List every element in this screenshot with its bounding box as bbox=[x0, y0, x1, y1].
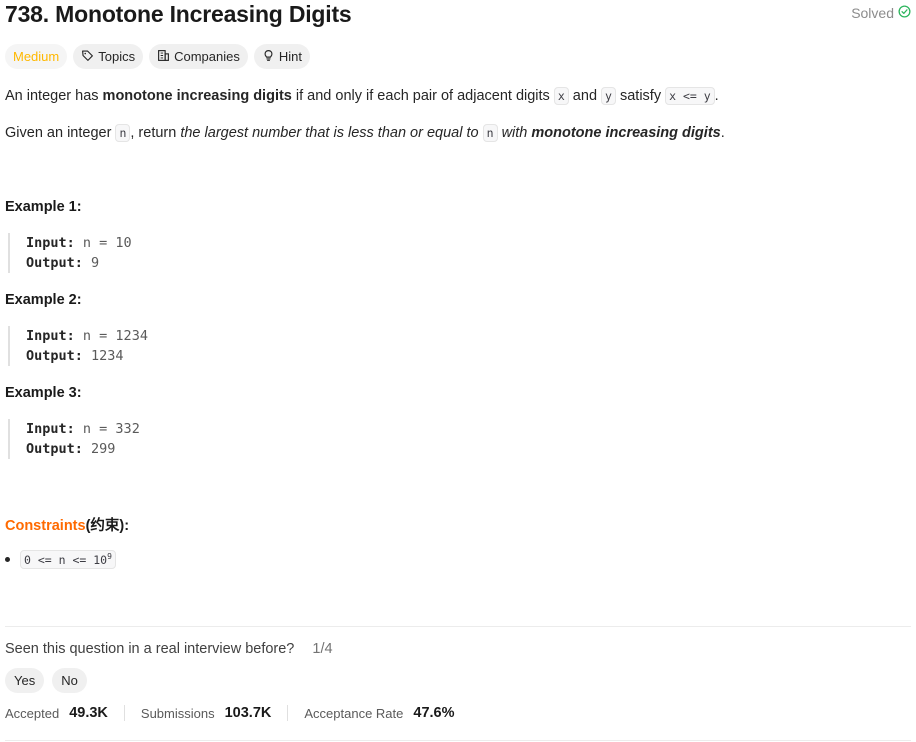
example-2-block: Input: n = 1234 Output: 1234 bbox=[8, 326, 148, 366]
divider bbox=[5, 740, 911, 741]
bullet-dot bbox=[5, 556, 10, 562]
accepted-stat: Accepted 49.3K bbox=[5, 705, 108, 721]
constraint-text: 0 <= n <= 10 bbox=[24, 552, 108, 567]
topics-button[interactable]: Topics bbox=[73, 44, 144, 69]
input-label: Input: bbox=[26, 421, 75, 437]
inline-code: y bbox=[601, 87, 616, 105]
input-value: n = 10 bbox=[82, 235, 132, 251]
topics-label: Topics bbox=[98, 49, 136, 64]
text-span: Given an integer bbox=[5, 125, 116, 141]
text-span: , return bbox=[130, 125, 181, 141]
input-label: Input: bbox=[26, 235, 75, 251]
solved-status: Solved bbox=[851, 5, 911, 21]
description-paragraph-1: An integer has monotone increasing digit… bbox=[5, 86, 719, 106]
no-button[interactable]: No bbox=[52, 668, 87, 693]
inline-code: x bbox=[553, 87, 569, 105]
yes-button[interactable]: Yes bbox=[5, 668, 45, 693]
output-value: 299 bbox=[91, 441, 116, 457]
solved-label: Solved bbox=[851, 5, 894, 21]
feedback-question: Seen this question in a real interview b… bbox=[5, 641, 295, 657]
lightbulb-icon bbox=[262, 49, 275, 65]
interview-feedback-prompt: Seen this question in a real interview b… bbox=[5, 641, 333, 657]
input-label: Input: bbox=[26, 328, 75, 344]
difficulty-label: Medium bbox=[13, 49, 60, 64]
constraints-heading: Constraints(约束): bbox=[5, 514, 129, 535]
example-2-title: Example 2: bbox=[5, 292, 82, 308]
stats-row: Accepted 49.3K Submissions 103.7K Accept… bbox=[5, 705, 455, 721]
building-icon bbox=[157, 49, 170, 65]
text-span: satisfy bbox=[615, 88, 666, 104]
title-row: 738. Monotone Increasing Digits Solved bbox=[5, 0, 911, 30]
output-label: Output: bbox=[26, 441, 83, 457]
bold-term: monotone increasing digits bbox=[102, 88, 292, 104]
companies-label: Companies bbox=[174, 49, 240, 64]
input-value: n = 1234 bbox=[82, 328, 148, 344]
description-paragraph-2: Given an integer n, return the largest n… bbox=[5, 123, 725, 143]
text-span: . bbox=[714, 88, 719, 104]
example-1-title: Example 1: bbox=[5, 199, 82, 215]
hint-button[interactable]: Hint bbox=[253, 44, 310, 69]
inline-code: n bbox=[115, 124, 131, 142]
text-span: and bbox=[568, 88, 602, 104]
output-value: 9 bbox=[91, 255, 100, 271]
constraint-exponent: 9 bbox=[107, 552, 112, 561]
bold-italic-term: monotone increasing digits bbox=[531, 125, 721, 141]
accepted-label: Accepted bbox=[5, 705, 60, 721]
example-3-title: Example 3: bbox=[5, 385, 82, 401]
text-span: if and only if each pair of adjacent dig… bbox=[291, 88, 554, 104]
tag-icon bbox=[81, 49, 94, 65]
output-value: 1234 bbox=[91, 348, 124, 364]
inline-code: x <= y bbox=[665, 87, 715, 105]
difficulty-badge[interactable]: Medium bbox=[5, 44, 68, 69]
acceptance-rate-value: 47.6% bbox=[413, 705, 455, 721]
text-span: . bbox=[720, 125, 725, 141]
example-3-block: Input: n = 332 Output: 299 bbox=[8, 419, 140, 459]
accepted-value: 49.3K bbox=[69, 705, 108, 721]
acceptance-rate-stat: Acceptance Rate 47.6% bbox=[304, 705, 454, 721]
submissions-label: Submissions bbox=[140, 705, 215, 721]
output-label: Output: bbox=[26, 255, 83, 271]
feedback-fraction: 1/4 bbox=[312, 641, 333, 657]
submissions-value: 103.7K bbox=[224, 705, 272, 721]
inline-code: n bbox=[482, 124, 498, 142]
output-label: Output: bbox=[26, 348, 83, 364]
stat-separator bbox=[123, 705, 125, 721]
constraint-item: 0 <= n <= 109 bbox=[5, 550, 116, 569]
divider bbox=[5, 626, 911, 627]
italic-text: the largest number that is less than or … bbox=[180, 125, 483, 141]
constraints-label-cn: (约束): bbox=[85, 518, 130, 534]
stat-separator bbox=[287, 705, 289, 721]
constraints-label: Constraints bbox=[5, 518, 86, 534]
italic-text: with bbox=[497, 125, 532, 141]
constraint-code: 0 <= n <= 109 bbox=[20, 550, 116, 569]
example-1-block: Input: n = 10 Output: 9 bbox=[8, 233, 132, 273]
feedback-buttons: Yes No bbox=[5, 668, 87, 693]
acceptance-rate-label: Acceptance Rate bbox=[304, 705, 404, 721]
problem-title[interactable]: 738. Monotone Increasing Digits bbox=[5, 1, 352, 28]
companies-button[interactable]: Companies bbox=[149, 44, 248, 69]
tag-row: Medium Topics Companies Hint bbox=[5, 44, 310, 69]
check-circle-icon bbox=[898, 5, 911, 21]
input-value: n = 332 bbox=[82, 421, 140, 437]
text-span: An integer has bbox=[5, 88, 103, 104]
submissions-stat: Submissions 103.7K bbox=[141, 705, 271, 721]
hint-label: Hint bbox=[278, 49, 302, 64]
